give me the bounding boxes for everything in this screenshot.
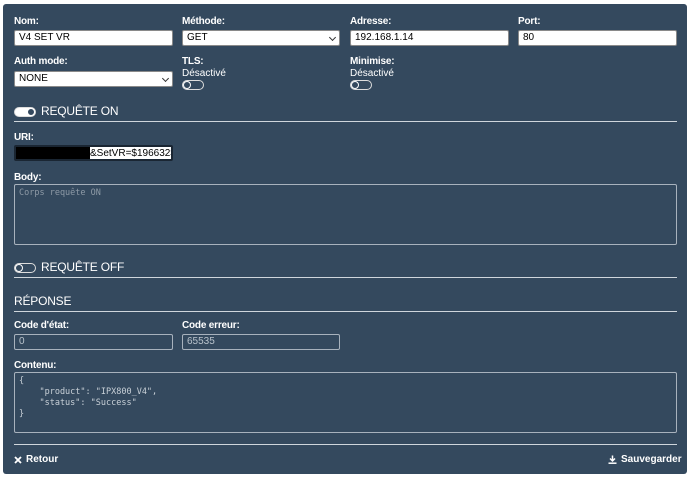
download-icon — [608, 455, 617, 464]
request-on-title: REQUÊTE ON — [41, 104, 119, 118]
toggle-knob — [183, 81, 191, 89]
minimise-toggle[interactable] — [350, 80, 372, 90]
tls-state: Désactivé — [182, 68, 226, 79]
divider — [14, 277, 677, 278]
divider — [14, 444, 677, 445]
divider — [14, 311, 677, 312]
toggle-knob — [15, 264, 23, 272]
toggle-knob — [351, 81, 359, 89]
tls-toggle[interactable] — [182, 80, 204, 90]
adresse-label: Adresse: — [350, 16, 392, 27]
auth-mode-select[interactable]: NONE — [14, 71, 173, 87]
uri-input[interactable]: &SetVR=$196632$ — [14, 145, 173, 161]
methode-label: Méthode: — [182, 16, 225, 27]
port-label: Port: — [518, 16, 541, 27]
body-textarea[interactable]: Corps requête ON — [14, 184, 677, 245]
toggle-knob — [27, 108, 35, 116]
request-off-title: REQUÊTE OFF — [41, 260, 125, 274]
uri-value: &SetVR=$196632$ — [90, 148, 173, 159]
contenu-textarea: { "product": "IPX800_V4", "status": "Suc… — [14, 372, 677, 433]
code-etat-input: 0 — [14, 334, 173, 350]
code-erreur-label: Code erreur: — [182, 320, 240, 331]
tls-label: TLS: — [182, 56, 204, 67]
request-off-toggle[interactable] — [14, 263, 36, 273]
request-on-toggle[interactable] — [14, 107, 36, 117]
divider — [14, 121, 677, 122]
port-input[interactable]: 80 — [518, 30, 677, 46]
redacted-block — [16, 147, 90, 159]
retour-label: Retour — [26, 454, 59, 465]
auth-mode-label: Auth mode: — [14, 56, 68, 67]
code-etat-label: Code d'état: — [14, 320, 69, 331]
auth-mode-value: NONE — [19, 73, 48, 84]
nom-label: Nom: — [14, 16, 39, 27]
contenu-label: Contenu: — [14, 360, 57, 371]
retour-button[interactable]: Retour — [14, 454, 58, 465]
close-icon — [14, 455, 22, 464]
request-editor-panel: Nom: V4 SET VR Méthode: GET Adresse: 192… — [3, 4, 687, 474]
sauvegarder-label: Sauvegarder — [621, 454, 682, 465]
uri-label: URI: — [14, 132, 34, 143]
minimise-label: Minimise: — [350, 56, 395, 67]
code-erreur-input: 65535 — [182, 334, 340, 350]
sauvegarder-button[interactable]: Sauvegarder — [608, 454, 682, 465]
response-title: RÉPONSE — [14, 294, 72, 308]
methode-select[interactable]: GET — [182, 30, 340, 46]
body-label: Body: — [14, 172, 42, 183]
methode-value: GET — [187, 32, 208, 43]
nom-input[interactable]: V4 SET VR — [14, 30, 173, 46]
adresse-input[interactable]: 192.168.1.14 — [350, 30, 509, 46]
minimise-state: Désactivé — [350, 68, 394, 79]
